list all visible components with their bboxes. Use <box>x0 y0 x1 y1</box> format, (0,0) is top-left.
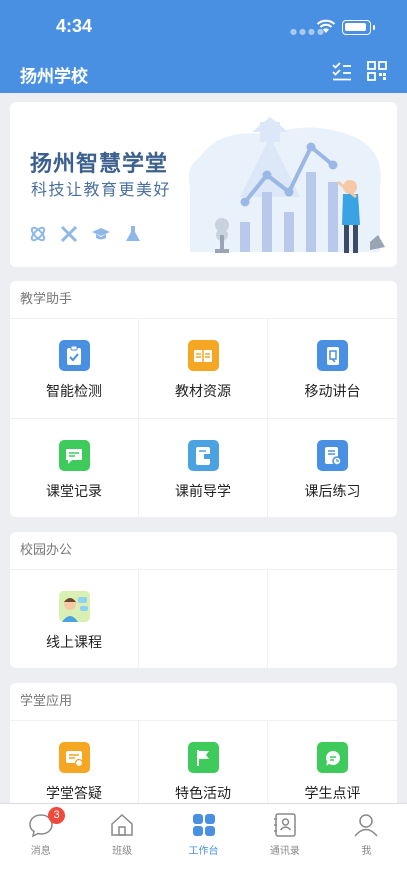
tab-label: 班级 <box>112 846 133 857</box>
banner-subtitle: 科技让教育更美好 <box>31 180 172 199</box>
section-campus-office: 校园办公 线上课程 <box>10 532 397 668</box>
grid-item-label: 移动讲台 <box>304 384 361 400</box>
banner-icon-row <box>29 225 142 243</box>
battery-icon <box>342 20 375 35</box>
grid-item-class-record[interactable]: 课堂记录 <box>10 419 139 517</box>
tab-workbench[interactable]: 工作台 <box>163 804 244 883</box>
tab-label: 消息 <box>30 846 51 857</box>
tools-icon <box>60 225 78 243</box>
education-illustration <box>188 117 385 253</box>
grid-item-student-review[interactable]: 学生点评 <box>268 721 397 813</box>
atom-icon <box>30 226 46 242</box>
user-icon <box>354 814 378 837</box>
section-title: 学堂应用 <box>10 683 397 721</box>
exercise-icon <box>317 440 348 471</box>
workbench-grid-icon <box>192 814 215 836</box>
grid-item-label: 线上课程 <box>46 635 102 651</box>
grid-item-mobile-podium[interactable]: 移动讲台 <box>268 319 397 419</box>
comment-icon <box>317 742 348 773</box>
section-teaching-assistant: 教学助手 智能检测 教材资源 移动讲台 课堂记录 课前导学 课后练习 <box>10 281 397 517</box>
grid-item-empty <box>139 570 268 668</box>
grid-item-label: 教材资源 <box>175 384 231 400</box>
tab-label: 工作台 <box>188 846 219 857</box>
graduation-cap-icon <box>92 228 110 240</box>
tab-class[interactable]: 班级 <box>81 804 162 883</box>
status-time: 4:34 <box>56 16 93 36</box>
page-title: 扬州学校 <box>20 67 88 87</box>
bottom-tab-bar: 3 消息 班级 工作台 通讯录 我 <box>0 803 407 883</box>
grid-item-online-course[interactable]: 线上课程 <box>10 570 139 668</box>
grid-item-empty <box>268 570 397 668</box>
wifi-icon <box>316 19 336 33</box>
online-course-icon <box>58 591 90 622</box>
todo-list-icon[interactable] <box>331 60 353 82</box>
promo-banner[interactable]: 扬州智慧学堂 科技让教育更美好 <box>10 102 397 267</box>
grid-item-textbook-resources[interactable]: 教材资源 <box>139 319 268 419</box>
grid-item-label: 学堂答疑 <box>46 786 102 802</box>
grid-item-label: 学生点评 <box>304 786 361 802</box>
tab-me[interactable]: 我 <box>326 804 407 883</box>
grid-item-label: 课后练习 <box>304 484 361 500</box>
grid-item-pre-class-guide[interactable]: 课前导学 <box>139 419 268 517</box>
grid-item-featured-activities[interactable]: 特色活动 <box>139 721 268 813</box>
grid-item-label: 特色活动 <box>175 786 231 802</box>
tab-contacts[interactable]: 通讯录 <box>244 804 325 883</box>
checklist-icon <box>58 340 90 371</box>
section-classroom-apps: 学堂应用 学堂答疑 特色活动 学生点评 <box>10 683 397 813</box>
scan-qr-icon[interactable] <box>366 60 388 82</box>
grid-item-after-class-exercise[interactable]: 课后练习 <box>268 419 397 517</box>
grid-item-label: 课前导学 <box>175 484 231 500</box>
home-icon <box>111 813 133 836</box>
grid-item-smart-check[interactable]: 智能检测 <box>10 319 139 419</box>
tab-label: 我 <box>361 846 372 857</box>
book-icon <box>187 340 219 371</box>
guide-book-icon <box>187 440 219 471</box>
section-title: 校园办公 <box>10 532 397 570</box>
flag-icon <box>187 742 219 773</box>
section-title: 教学助手 <box>10 281 397 319</box>
banner-title: 扬州智慧学堂 <box>30 152 169 177</box>
grid-item-qa[interactable]: 学堂答疑 <box>10 721 139 813</box>
tab-label: 通讯录 <box>269 846 300 857</box>
unread-badge: 3 <box>48 807 65 824</box>
grid-item-label: 智能检测 <box>46 384 102 400</box>
mobile-icon <box>317 340 348 371</box>
tab-messages[interactable]: 3 消息 <box>0 804 81 883</box>
grid-item-label: 课堂记录 <box>46 484 102 500</box>
qa-icon <box>58 742 90 773</box>
app-header: 4:34 ●●●● 扬州学校 <box>0 0 407 93</box>
contacts-book-icon <box>273 813 296 837</box>
flask-icon <box>126 226 140 241</box>
chat-icon <box>58 440 90 471</box>
